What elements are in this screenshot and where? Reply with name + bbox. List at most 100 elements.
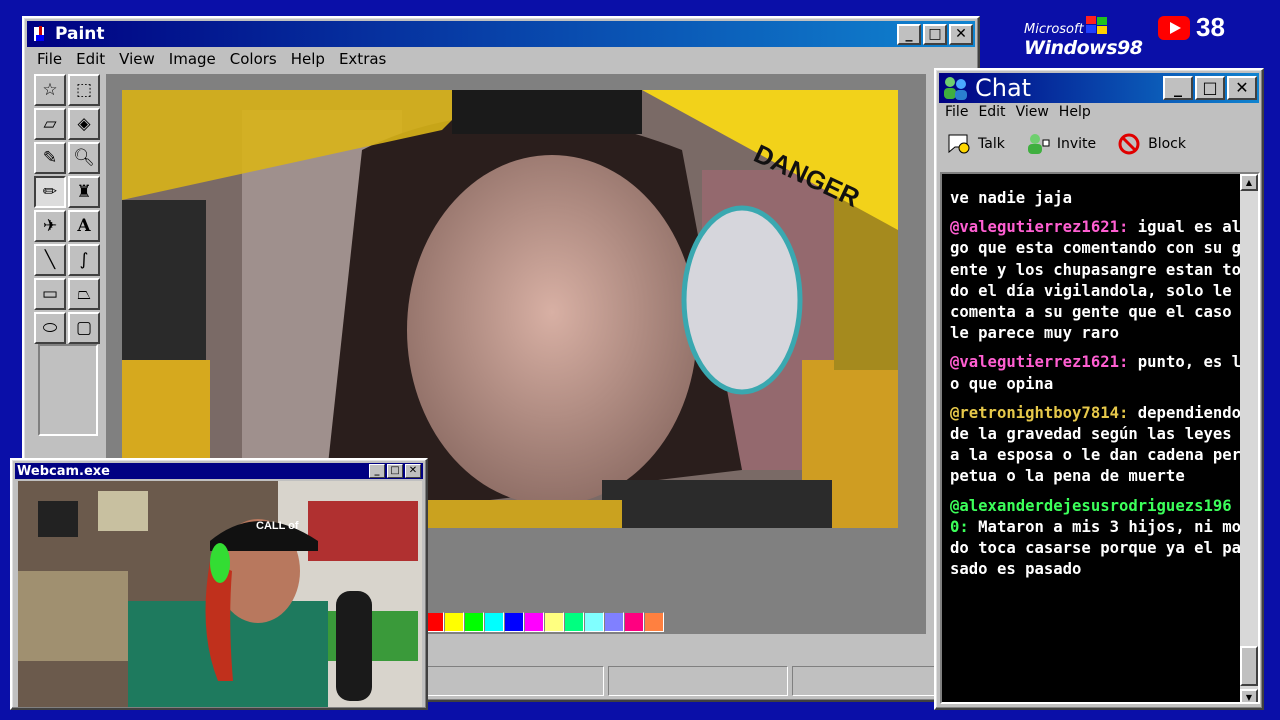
paint-app-icon xyxy=(34,26,44,41)
windows98-logo: Microsoft Windows98 xyxy=(1024,22,1143,59)
menu-colors[interactable]: Colors xyxy=(223,50,284,68)
message-text: igual es algo que esta comentando con su… xyxy=(950,218,1242,343)
line-icon[interactable]: ╲ xyxy=(34,244,66,276)
block-button[interactable]: Block xyxy=(1116,132,1186,156)
menu-file[interactable]: File xyxy=(30,50,69,68)
palette-swatch[interactable] xyxy=(564,612,584,632)
chat-message: ve nadie jaja xyxy=(950,188,1242,209)
palette-swatch[interactable] xyxy=(504,612,524,632)
chat-message: @valegutierrez1621: igual es algo que es… xyxy=(950,217,1242,344)
paint-title: Paint xyxy=(55,24,105,44)
minimize-button[interactable]: _ xyxy=(897,23,921,45)
message-text: ve nadie jaja xyxy=(950,189,1073,207)
palette-swatch[interactable] xyxy=(604,612,624,632)
status-pane-1 xyxy=(424,666,604,696)
talk-icon xyxy=(948,134,970,154)
status-pane-2 xyxy=(608,666,788,696)
palette-swatch[interactable] xyxy=(444,612,464,632)
message-user: @valegutierrez1621: xyxy=(950,353,1129,372)
minimize-button[interactable]: _ xyxy=(1163,76,1193,100)
menu-help[interactable]: Help xyxy=(284,50,332,68)
airbrush-icon[interactable]: ✈ xyxy=(34,210,66,242)
chat-people-icon xyxy=(944,77,967,100)
menu-edit[interactable]: Edit xyxy=(973,104,1010,120)
free-select-icon[interactable]: ☆ xyxy=(34,74,66,106)
menu-view[interactable]: View xyxy=(1011,104,1054,120)
talk-label: Talk xyxy=(978,136,1005,152)
rectangle-icon[interactable]: ▭ xyxy=(34,278,66,310)
minimize-button[interactable]: _ xyxy=(369,464,385,478)
webcam-title: Webcam.exe xyxy=(17,463,110,479)
brush-icon[interactable]: ♜ xyxy=(68,176,100,208)
chat-toolbar: Talk Invite Block xyxy=(946,132,1186,156)
webcam-scene: CALL of xyxy=(18,481,422,707)
maximize-button[interactable]: □ xyxy=(387,464,403,478)
maximize-button[interactable]: □ xyxy=(923,23,947,45)
chat-log[interactable]: ve nadie jaja @valegutierrez1621: igual … xyxy=(940,172,1260,704)
chat-messages: ve nadie jaja @valegutierrez1621: igual … xyxy=(950,188,1242,588)
invite-label: Invite xyxy=(1056,136,1097,152)
palette-swatch[interactable] xyxy=(584,612,604,632)
chat-message: @valegutierrez1621: punto, es lo que opi… xyxy=(950,352,1242,394)
palette-swatch[interactable] xyxy=(464,612,484,632)
chat-message: @retronightboy7814: dependiendo de la gr… xyxy=(950,403,1242,488)
invite-button[interactable]: Invite xyxy=(1025,132,1096,156)
message-user: @retronightboy7814: xyxy=(950,403,1129,422)
ellipse-icon[interactable]: ⬭ xyxy=(34,312,66,344)
windows98-text: Windows98 xyxy=(1024,37,1143,59)
chat-title: Chat xyxy=(975,74,1032,102)
palette-swatch[interactable] xyxy=(624,612,644,632)
maximize-button[interactable]: □ xyxy=(1195,76,1225,100)
talk-button[interactable]: Talk xyxy=(946,132,1005,156)
magnifier-icon[interactable]: 🔍︎ xyxy=(68,142,100,174)
youtube-badge: 38 xyxy=(1158,12,1225,43)
chat-message: @alexanderdejesusrodriguezs1960: Mataron… xyxy=(950,496,1242,581)
menu-edit[interactable]: Edit xyxy=(69,50,112,68)
status-bar xyxy=(424,666,972,696)
rect-select-icon[interactable]: ⬚ xyxy=(68,74,100,106)
close-button[interactable]: ✕ xyxy=(405,464,421,478)
text-tool-icon[interactable]: A xyxy=(68,210,100,242)
chat-menubar: File Edit View Help xyxy=(940,104,1096,120)
menu-extras[interactable]: Extras xyxy=(332,50,393,68)
youtube-icon xyxy=(1158,15,1190,40)
message-text: Mataron a mis 3 hijos, ni modo toca casa… xyxy=(950,517,1242,579)
menu-file[interactable]: File xyxy=(940,104,973,120)
polygon-icon[interactable]: ⏢ xyxy=(68,278,100,310)
scroll-thumb[interactable] xyxy=(1240,646,1258,686)
webcam-window: Webcam.exe _ □ ✕ CALL of xyxy=(10,458,428,710)
scroll-up-icon[interactable]: ▲ xyxy=(1240,174,1258,191)
curve-icon[interactable]: ∫ xyxy=(68,244,100,276)
youtube-count: 38 xyxy=(1196,12,1225,42)
color-palette xyxy=(424,612,664,632)
menu-view[interactable]: View xyxy=(112,50,162,68)
chat-titlebar[interactable]: Chat _ □ ✕ xyxy=(939,73,1259,103)
message-user: @valegutierrez1621: xyxy=(950,218,1129,237)
microsoft-text: Microsoft xyxy=(1024,22,1084,37)
chat-window: Chat _ □ ✕ File Edit View Help Talk Invi… xyxy=(934,68,1264,710)
pencil-icon[interactable]: ✏ xyxy=(34,176,66,208)
rounded-rect-icon[interactable]: ▢ xyxy=(68,312,100,344)
windows-flag-icon xyxy=(1086,16,1107,34)
cap-logo-text: CALL of xyxy=(256,520,299,532)
tool-options[interactable] xyxy=(38,344,98,436)
palette-swatch[interactable] xyxy=(484,612,504,632)
menu-image[interactable]: Image xyxy=(162,50,223,68)
block-icon xyxy=(1118,133,1140,155)
menu-help[interactable]: Help xyxy=(1054,104,1096,120)
scroll-down-icon[interactable]: ▼ xyxy=(1240,689,1258,702)
eraser-icon[interactable]: ▱ xyxy=(34,108,66,140)
block-label: Block xyxy=(1148,136,1186,152)
paint-titlebar[interactable]: Paint _ □ ✕ xyxy=(27,21,975,47)
webcam-view: CALL of xyxy=(18,481,422,707)
close-button[interactable]: ✕ xyxy=(949,23,973,45)
close-button[interactable]: ✕ xyxy=(1227,76,1257,100)
fill-bucket-icon[interactable]: ◈ xyxy=(68,108,100,140)
paint-menubar: File Edit View Image Colors Help Extras xyxy=(30,50,393,68)
chat-scrollbar[interactable]: ▲ ▼ xyxy=(1240,174,1258,702)
palette-swatch[interactable] xyxy=(524,612,544,632)
color-picker-icon[interactable]: ✎ xyxy=(34,142,66,174)
palette-swatch[interactable] xyxy=(544,612,564,632)
palette-swatch[interactable] xyxy=(644,612,664,632)
webcam-titlebar[interactable]: Webcam.exe _ □ ✕ xyxy=(15,463,423,479)
